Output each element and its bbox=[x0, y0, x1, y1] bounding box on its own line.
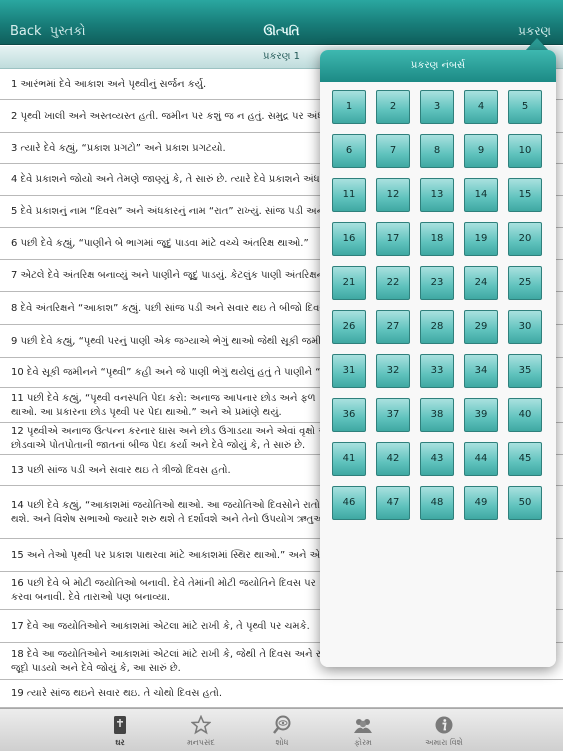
chapter-number-button[interactable]: 14 bbox=[464, 178, 498, 212]
chapter-number-button[interactable]: 27 bbox=[376, 310, 410, 344]
tab-label: ઘર bbox=[115, 738, 125, 747]
chapter-number-button[interactable]: 29 bbox=[464, 310, 498, 344]
top-nav-bar: Back પુસ્તકો ઊત્પતિ પ્રકરણ bbox=[0, 0, 563, 45]
tab-about[interactable]: અમારા વિશે bbox=[404, 709, 484, 751]
chapter-picker-popover: પ્રકરણ નંબર્સ 1 2 3 4 5 6 7 8 9 10 11 12 13 14 15 16 17 1… bbox=[320, 50, 556, 667]
bible-icon bbox=[114, 716, 126, 734]
chapter-number-button[interactable]: 6 bbox=[332, 134, 366, 168]
chapter-number-button[interactable]: 2 bbox=[376, 90, 410, 124]
star-icon bbox=[191, 715, 211, 735]
people-icon bbox=[354, 719, 372, 733]
chapter-number-button[interactable]: 25 bbox=[508, 266, 542, 300]
tab-label: ફોરમ bbox=[354, 738, 372, 747]
chapter-number-button[interactable]: 20 bbox=[508, 222, 542, 256]
verse-text: 19 ત્યારે સાંજ થઇને સવાર થઇ. તે ચોથો દિવ… bbox=[11, 688, 223, 699]
tab-bar: ઘર મનપસંદ શોધ ફોરમ અમારા વિશે bbox=[0, 708, 563, 751]
tab-label: શોધ bbox=[275, 738, 289, 747]
chapter-number-button[interactable]: 42 bbox=[376, 442, 410, 476]
chapter-number-button[interactable]: 49 bbox=[464, 486, 498, 520]
chapter-number-button[interactable]: 11 bbox=[332, 178, 366, 212]
chapter-number-button[interactable]: 34 bbox=[464, 354, 498, 388]
chapter-number-button[interactable]: 5 bbox=[508, 90, 542, 124]
tab-forum[interactable]: ફોરમ bbox=[323, 709, 403, 751]
chapter-number-button[interactable]: 41 bbox=[332, 442, 366, 476]
chapter-number-button[interactable]: 50 bbox=[508, 486, 542, 520]
tab-favorites[interactable]: મનપસંદ bbox=[161, 709, 241, 751]
chapter-number-button[interactable]: 33 bbox=[420, 354, 454, 388]
chapters-button[interactable]: પ્રકરણ bbox=[518, 24, 551, 39]
tab-label: અમારા વિશે bbox=[425, 738, 463, 747]
chapter-number-button[interactable]: 12 bbox=[376, 178, 410, 212]
chapter-number-button[interactable]: 21 bbox=[332, 266, 366, 300]
verse-row[interactable]: 19 ત્યારે સાંજ થઇને સવાર થઇ. તે ચોથો દિવ… bbox=[0, 680, 563, 708]
chapter-number-button[interactable]: 3 bbox=[420, 90, 454, 124]
chapter-number-button[interactable]: 22 bbox=[376, 266, 410, 300]
chapter-number-button[interactable]: 17 bbox=[376, 222, 410, 256]
chapter-number-button[interactable]: 35 bbox=[508, 354, 542, 388]
chapter-number-button[interactable]: 36 bbox=[332, 398, 366, 432]
chapter-number-button[interactable]: 7 bbox=[376, 134, 410, 168]
chapter-number-button[interactable]: 44 bbox=[464, 442, 498, 476]
chapter-number-button[interactable]: 24 bbox=[464, 266, 498, 300]
chapter-number-button[interactable]: 43 bbox=[420, 442, 454, 476]
tab-label: મનપસંદ bbox=[187, 738, 215, 747]
book-title: ઊત્પતિ bbox=[263, 24, 300, 38]
popover-title: પ્રકરણ નંબર્સ bbox=[320, 50, 556, 82]
chapter-number-button[interactable]: 40 bbox=[508, 398, 542, 432]
chapter-number-button[interactable]: 32 bbox=[376, 354, 410, 388]
chapter-number-button[interactable]: 23 bbox=[420, 266, 454, 300]
chapter-number-button[interactable]: 46 bbox=[332, 486, 366, 520]
chapter-number-button[interactable]: 30 bbox=[508, 310, 542, 344]
chapter-number-button[interactable]: 48 bbox=[420, 486, 454, 520]
chapter-number-button[interactable]: 9 bbox=[464, 134, 498, 168]
chapter-number-button[interactable]: 31 bbox=[332, 354, 366, 388]
chapter-number-button[interactable]: 26 bbox=[332, 310, 366, 344]
chapter-number-button[interactable]: 15 bbox=[508, 178, 542, 212]
chapter-number-button[interactable]: 39 bbox=[464, 398, 498, 432]
chapter-number-button[interactable]: 38 bbox=[420, 398, 454, 432]
tab-search[interactable]: શોધ bbox=[242, 709, 322, 751]
search-eye-icon bbox=[273, 715, 291, 734]
chapter-number-button[interactable]: 18 bbox=[420, 222, 454, 256]
chapter-number-button[interactable]: 28 bbox=[420, 310, 454, 344]
chapter-number-button[interactable]: 10 bbox=[508, 134, 542, 168]
chapter-number-button[interactable]: 13 bbox=[420, 178, 454, 212]
tab-home[interactable]: ઘર bbox=[80, 709, 160, 751]
chapter-number-button[interactable]: 16 bbox=[332, 222, 366, 256]
chapter-number-button[interactable]: 4 bbox=[464, 90, 498, 124]
chapter-number-button[interactable]: 19 bbox=[464, 222, 498, 256]
chapter-number-button[interactable]: 37 bbox=[376, 398, 410, 432]
info-icon bbox=[435, 716, 453, 734]
chapter-number-button[interactable]: 8 bbox=[420, 134, 454, 168]
popover-body: 1 2 3 4 5 6 7 8 9 10 11 12 13 14 15 16 17 18 19 20 21 22 23 24 2… bbox=[320, 82, 556, 667]
chapter-number-button[interactable]: 45 bbox=[508, 442, 542, 476]
chapter-number-button[interactable]: 1 bbox=[332, 90, 366, 124]
chapter-number-button[interactable]: 47 bbox=[376, 486, 410, 520]
